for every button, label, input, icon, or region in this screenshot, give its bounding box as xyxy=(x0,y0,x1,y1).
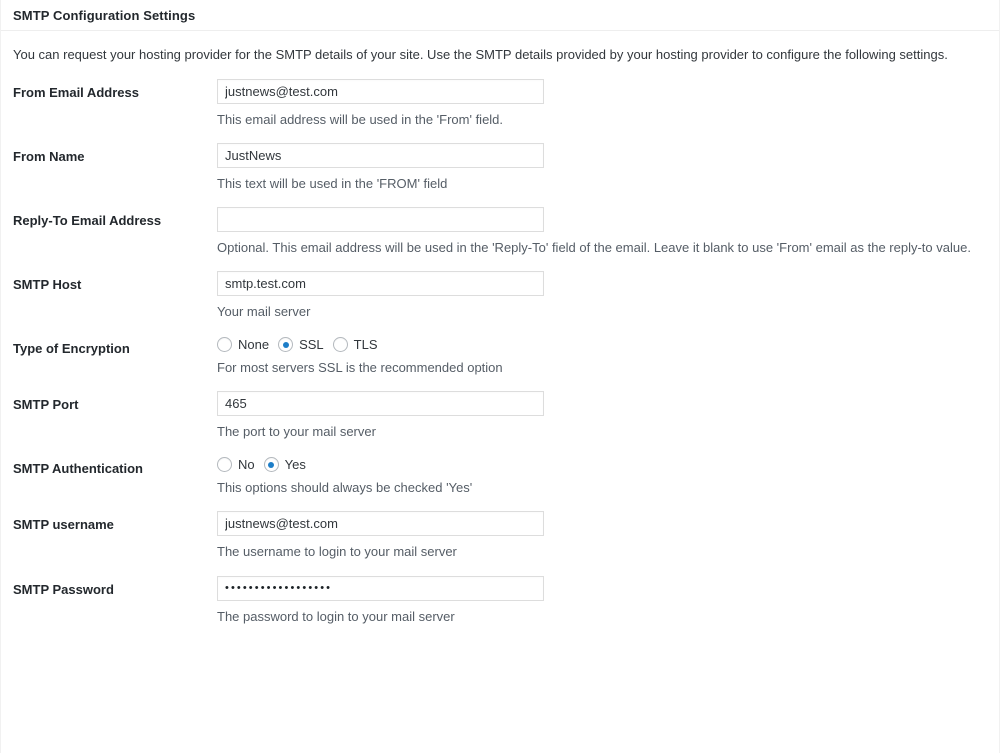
from-name-input[interactable] xyxy=(217,142,544,168)
desc-smtp-username: The username to login to your mail serve… xyxy=(217,544,457,560)
smtp-password-input[interactable]: •••••••••••••••••• xyxy=(217,575,544,601)
radio-smtp-auth-yes[interactable]: Yes xyxy=(263,457,306,473)
radio-circle-icon[interactable] xyxy=(217,337,232,353)
password-masked-value: •••••••••••••••••• xyxy=(225,582,333,595)
panel-intro-text: You can request your hosting provider fo… xyxy=(13,47,948,62)
smtp-auth-radio-group: No Yes xyxy=(217,455,987,473)
desc-smtp-port: The port to your mail server xyxy=(217,424,376,440)
desc-reply-to: Optional. This email address will be use… xyxy=(217,239,971,255)
field-row-smtp-port: SMTP Port The port to your mail server xyxy=(13,391,987,442)
from-email-input[interactable] xyxy=(217,78,544,104)
radio-circle-selected-icon[interactable] xyxy=(263,457,279,473)
field-row-from-email: From Email Address This email address wi… xyxy=(13,78,987,130)
reply-to-input[interactable] xyxy=(217,206,544,232)
desc-from-name: This text will be used in the 'FROM' fie… xyxy=(217,175,448,191)
field-row-smtp-password: SMTP Password •••••••••••••••••• The pas… xyxy=(13,575,987,627)
desc-from-email: This email address will be used in the '… xyxy=(217,111,504,127)
label-smtp-port: SMTP Port xyxy=(13,397,79,413)
radio-circle-icon[interactable] xyxy=(217,457,232,473)
radio-label-no: No xyxy=(238,457,255,473)
smtp-port-input[interactable] xyxy=(217,391,544,417)
label-smtp-password: SMTP Password xyxy=(13,581,114,597)
radio-label-tls: TLS xyxy=(353,337,378,353)
smtp-host-input[interactable] xyxy=(217,270,544,296)
label-from-email: From Email Address xyxy=(13,84,139,100)
radio-smtp-auth-no[interactable]: No xyxy=(217,457,255,473)
smtp-settings-form: From Email Address This email address wi… xyxy=(1,78,999,627)
smtp-username-input[interactable] xyxy=(217,511,544,537)
encryption-radio-group: None SSL TLS xyxy=(217,335,987,353)
radio-encryption-tls[interactable]: TLS xyxy=(332,337,378,353)
radio-encryption-ssl[interactable]: SSL xyxy=(278,337,324,353)
desc-smtp-host: Your mail server xyxy=(217,303,311,319)
field-row-from-name: From Name This text will be used in the … xyxy=(13,142,987,194)
desc-smtp-auth: This options should always be checked 'Y… xyxy=(217,480,473,496)
page-title: SMTP Configuration Settings xyxy=(13,7,196,23)
radio-circle-icon[interactable] xyxy=(332,337,348,353)
radio-encryption-none[interactable]: None xyxy=(217,337,270,353)
label-from-name: From Name xyxy=(13,148,85,164)
field-row-smtp-host: SMTP Host Your mail server xyxy=(13,270,987,322)
desc-encryption: For most servers SSL is the recommended … xyxy=(217,360,503,376)
radio-label-yes: Yes xyxy=(284,457,306,473)
label-smtp-auth: SMTP Authentication xyxy=(13,461,143,477)
label-reply-to: Reply-To Email Address xyxy=(13,212,162,228)
panel-header: SMTP Configuration Settings xyxy=(1,0,999,31)
smtp-settings-panel: SMTP Configuration Settings You can requ… xyxy=(0,0,1000,753)
field-row-encryption: Type of Encryption None SSL TLS For most… xyxy=(13,335,987,378)
field-row-reply-to: Reply-To Email Address Optional. This em… xyxy=(13,206,987,258)
desc-smtp-password: The password to login to your mail serve… xyxy=(217,608,455,624)
label-smtp-host: SMTP Host xyxy=(13,276,82,292)
label-smtp-username: SMTP username xyxy=(13,517,114,533)
radio-label-ssl: SSL xyxy=(299,337,324,353)
field-row-smtp-username: SMTP username The username to login to y… xyxy=(13,511,987,562)
label-encryption: Type of Encryption xyxy=(13,341,130,357)
radio-circle-selected-icon[interactable] xyxy=(278,337,294,353)
radio-label-none: None xyxy=(238,337,270,353)
field-row-smtp-auth: SMTP Authentication No Yes This options … xyxy=(13,455,987,498)
